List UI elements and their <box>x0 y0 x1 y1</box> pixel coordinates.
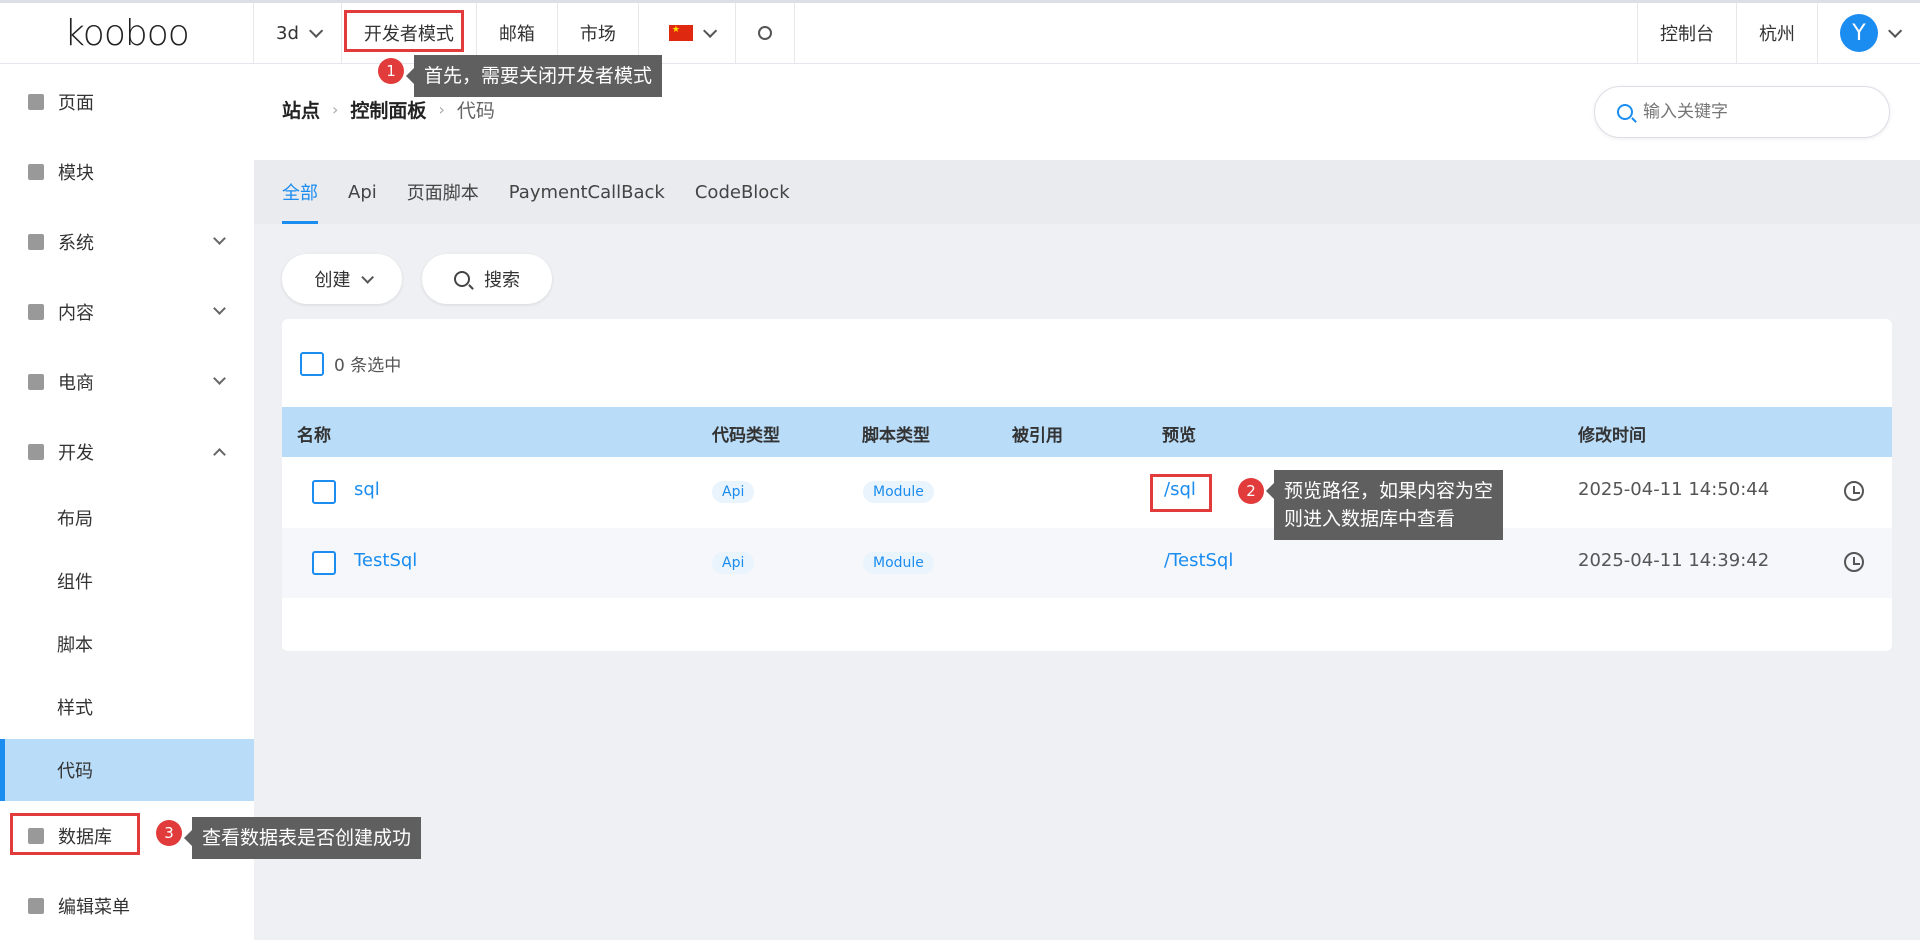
sidebar-item-development[interactable]: 开发 <box>0 422 254 482</box>
avatar: Y <box>1840 14 1878 52</box>
modified-time: 2025-04-11 14:50:44 <box>1578 479 1770 500</box>
region-selector[interactable]: 杭州 <box>1736 3 1817 63</box>
tab-api[interactable]: Api <box>348 160 377 224</box>
content-icon <box>28 304 44 320</box>
callout-tooltip: 预览路径，如果内容为空 则进入数据库中查看 <box>1265 470 1504 540</box>
selected-count: 0 条选中 <box>334 356 402 376</box>
search-input[interactable] <box>1643 102 1863 122</box>
tab-page-script[interactable]: 页面脚本 <box>407 160 479 224</box>
search-box[interactable] <box>1594 86 1890 138</box>
chevron-down-icon <box>360 270 374 284</box>
module-icon <box>28 164 44 180</box>
sidebar-item-components[interactable]: 组件 <box>0 551 254 611</box>
chevron-down-icon <box>213 302 226 315</box>
sidebar-item-styles[interactable]: 样式 <box>0 677 254 737</box>
breadcrumb-site[interactable]: 站点 <box>282 96 320 123</box>
column-script-type: 脚本类型 <box>862 426 930 446</box>
logo[interactable]: kooboo <box>0 3 254 63</box>
sidebar-item-content[interactable]: 内容 <box>0 282 254 342</box>
table-row[interactable]: TestSql Api Module /TestSql 2025-04-11 1… <box>282 528 1892 598</box>
tab-bar: 全部 Api 页面脚本 PaymentCallBack CodeBlock <box>254 160 1920 224</box>
column-modified: 修改时间 <box>1578 426 1646 446</box>
sidebar: 页面 模块 系统 内容 电商 开发 布局 组件 脚本 样式 代码 数据库 编辑菜… <box>0 64 254 940</box>
console-link[interactable]: 控制台 <box>1637 3 1736 63</box>
code-type-tag: Api <box>712 552 755 574</box>
callout-3: 3 查看数据表是否创建成功 <box>156 817 422 859</box>
chevron-down-icon <box>1888 23 1903 38</box>
sidebar-item-system[interactable]: 系统 <box>0 212 254 272</box>
tab-payment-callback[interactable]: PaymentCallBack <box>509 160 665 224</box>
highlight-preview <box>1150 474 1212 512</box>
site-selector[interactable]: 3d <box>254 3 342 63</box>
user-menu[interactable]: Y <box>1817 3 1920 63</box>
column-code-type: 代码类型 <box>712 426 780 446</box>
column-preview: 预览 <box>1162 426 1196 446</box>
search-icon <box>454 271 470 287</box>
select-all-checkbox[interactable] <box>300 351 324 376</box>
chevron-down-icon <box>213 372 226 385</box>
market-link[interactable]: 市场 <box>558 3 639 63</box>
chevron-down-icon <box>702 23 718 38</box>
sidebar-item-edit-menu[interactable]: 编辑菜单 <box>0 876 254 936</box>
callout-tooltip: 查看数据表是否创建成功 <box>183 817 422 859</box>
row-name-link[interactable]: sql <box>354 479 380 500</box>
column-references: 被引用 <box>1012 426 1063 446</box>
code-icon <box>28 444 44 460</box>
script-type-tag: Module <box>863 552 934 574</box>
column-name: 名称 <box>297 426 331 446</box>
gear-icon <box>28 234 44 250</box>
sidebar-item-pages[interactable]: 页面 <box>0 72 254 132</box>
preview-link[interactable]: /TestSql <box>1164 550 1233 571</box>
chevron-right-icon: › <box>438 100 445 119</box>
history-icon[interactable] <box>1844 552 1864 572</box>
callout-2: 2 预览路径，如果内容为空 则进入数据库中查看 <box>1238 470 1504 540</box>
sidebar-item-code[interactable]: 代码 <box>0 739 254 801</box>
table-row[interactable]: sql Api Module /sql 2025-04-11 14:50:44 <box>282 457 1892 527</box>
tab-code-block[interactable]: CodeBlock <box>695 160 790 224</box>
table-header: 名称 代码类型 脚本类型 被引用 预览 修改时间 <box>282 407 1892 457</box>
select-all-row: 0 条选中 <box>300 351 401 376</box>
step-badge: 3 <box>156 820 182 846</box>
theme-toggle[interactable] <box>736 3 795 63</box>
shop-icon <box>28 374 44 390</box>
search-button[interactable]: 搜索 <box>422 254 552 304</box>
chevron-up-icon <box>213 448 226 461</box>
edit-icon <box>28 898 44 914</box>
chevron-down-icon <box>308 23 324 38</box>
sidebar-item-ecommerce[interactable]: 电商 <box>0 352 254 412</box>
top-bar: kooboo 3d 开发者模式 邮箱 市场 控制台 杭州 Y <box>0 0 1920 64</box>
code-table-card: 0 条选中 名称 代码类型 脚本类型 被引用 预览 修改时间 sql Api M… <box>282 319 1892 651</box>
breadcrumb-code: 代码 <box>456 100 495 122</box>
china-flag-icon <box>668 25 693 41</box>
sidebar-item-modules[interactable]: 模块 <box>0 142 254 202</box>
row-checkbox[interactable] <box>312 480 336 504</box>
chevron-right-icon: › <box>332 100 339 119</box>
code-type-tag: Api <box>712 481 755 503</box>
modified-time: 2025-04-11 14:39:42 <box>1578 550 1770 571</box>
breadcrumb: 站点 › 控制面板 › 代码 <box>282 96 495 123</box>
page-icon <box>28 94 44 110</box>
create-button[interactable]: 创建 <box>282 254 402 304</box>
step-badge: 1 <box>378 58 404 84</box>
callout-1: 1 首先，需要关闭开发者模式 <box>378 55 663 97</box>
step-badge: 2 <box>1238 478 1264 504</box>
tab-all[interactable]: 全部 <box>282 160 318 224</box>
row-name-link[interactable]: TestSql <box>354 550 417 571</box>
mail-link[interactable]: 邮箱 <box>477 3 558 63</box>
sidebar-item-scripts[interactable]: 脚本 <box>0 614 254 674</box>
sun-icon <box>757 26 772 40</box>
breadcrumb-dashboard[interactable]: 控制面板 <box>350 96 426 123</box>
highlight-database <box>10 813 140 855</box>
highlight-dev-mode <box>344 10 464 52</box>
search-icon <box>1617 104 1633 120</box>
callout-tooltip: 首先，需要关闭开发者模式 <box>405 55 663 97</box>
sidebar-item-layout[interactable]: 布局 <box>0 488 254 548</box>
chevron-down-icon <box>213 232 226 245</box>
row-checkbox[interactable] <box>312 551 336 575</box>
script-type-tag: Module <box>863 481 934 503</box>
main-content: 站点 › 控制面板 › 代码 全部 Api 页面脚本 PaymentCallBa… <box>254 64 1920 940</box>
history-icon[interactable] <box>1844 481 1864 501</box>
language-selector[interactable] <box>639 3 736 63</box>
